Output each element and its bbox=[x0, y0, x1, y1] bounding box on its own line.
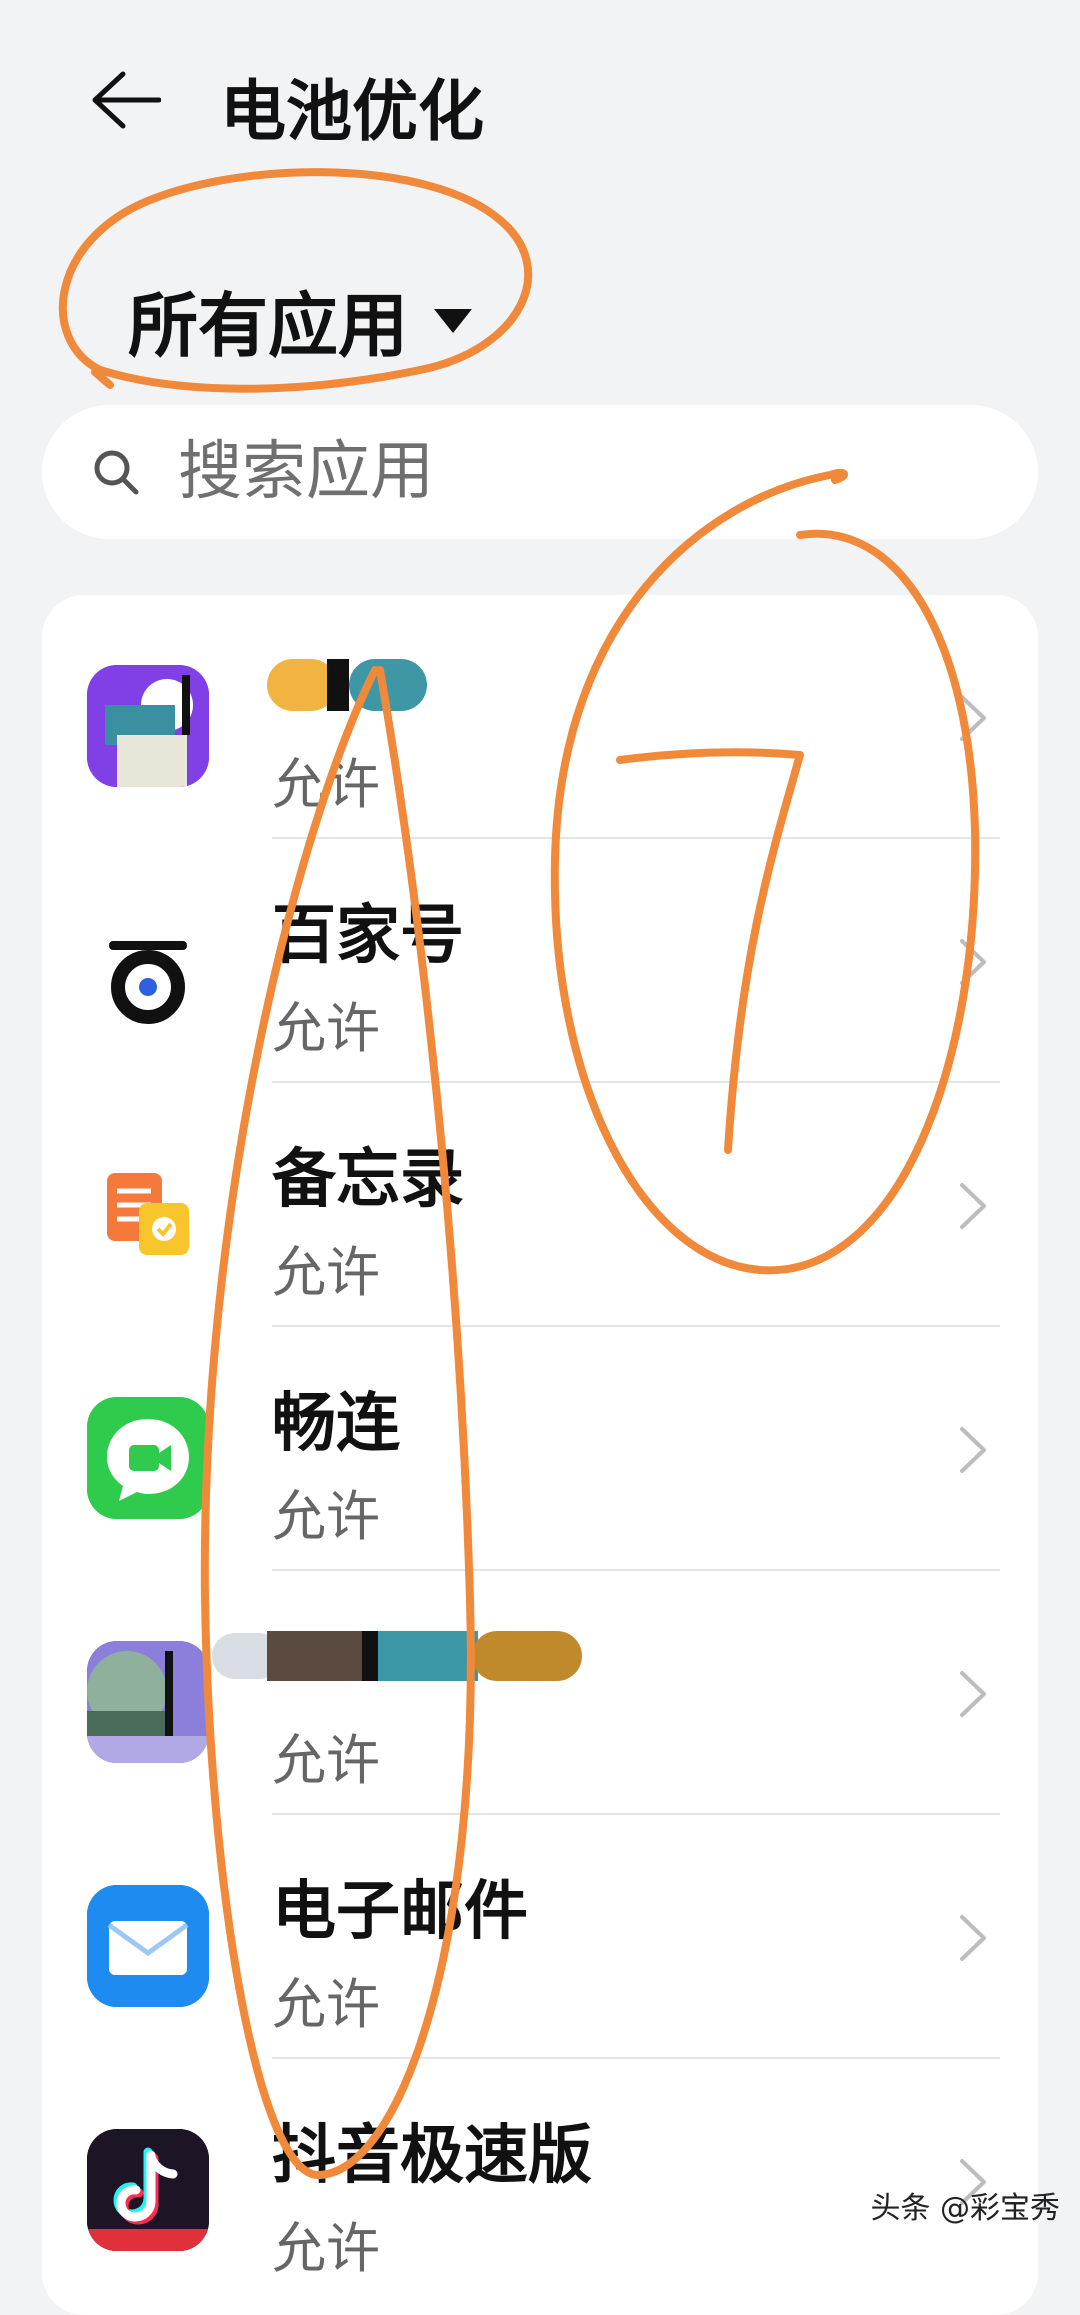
app-status: 允许 bbox=[272, 2217, 380, 2280]
douyin-icon bbox=[87, 2129, 209, 2251]
email-icon bbox=[87, 1885, 209, 2007]
app-status: 允许 bbox=[272, 1973, 380, 2036]
name-redaction bbox=[267, 655, 427, 713]
changlian-icon bbox=[87, 1397, 209, 1519]
page-title: 电池优化 bbox=[220, 73, 484, 150]
chevron-right-icon bbox=[960, 695, 986, 741]
app-filter-dropdown[interactable]: 所有应用 bbox=[128, 270, 472, 371]
app-status: 允许 bbox=[272, 1241, 380, 1304]
back-button[interactable] bbox=[80, 55, 170, 145]
app-icon-redacted bbox=[87, 1641, 209, 1763]
search-icon bbox=[86, 442, 146, 502]
chevron-right-icon bbox=[960, 1671, 986, 1717]
chevron-right-icon bbox=[960, 939, 986, 985]
search-bar[interactable] bbox=[42, 405, 1038, 539]
app-name: 畅连 bbox=[272, 1387, 400, 1461]
memo-icon bbox=[87, 1153, 209, 1275]
app-name: 电子邮件 bbox=[272, 1875, 528, 1949]
header: 电池优化 bbox=[0, 0, 1080, 200]
baijiahao-icon bbox=[87, 909, 209, 1031]
app-status: 允许 bbox=[272, 1729, 380, 1792]
app-name: 抖音极速版 bbox=[272, 2119, 592, 2193]
watermark-text: 头条 @彩宝秀 bbox=[870, 2191, 1060, 2226]
app-list: 允许 百家号 允许 备忘录 允许 畅连 允许 允许 电子邮件 允许 抖音极速版 … bbox=[42, 595, 1038, 2315]
app-icon-redacted bbox=[87, 665, 209, 787]
arrow-left-icon bbox=[92, 71, 161, 129]
caret-down-icon bbox=[434, 308, 472, 333]
list-item-app-4[interactable]: 允许 bbox=[42, 1571, 1038, 1815]
app-status: 允许 bbox=[272, 1485, 380, 1548]
list-item-app-1[interactable]: 百家号 允许 bbox=[42, 839, 1038, 1083]
list-item-app-5[interactable]: 电子邮件 允许 bbox=[42, 1815, 1038, 2059]
list-item-app-6[interactable]: 抖音极速版 允许 bbox=[42, 2059, 1038, 2303]
list-item-app-2[interactable]: 备忘录 允许 bbox=[42, 1083, 1038, 1327]
watermark: 头条 @彩宝秀 bbox=[870, 2183, 1060, 2227]
name-redaction bbox=[212, 1623, 582, 1685]
chevron-right-icon bbox=[960, 1183, 986, 1229]
search-input[interactable] bbox=[176, 434, 980, 510]
chevron-right-icon bbox=[960, 1915, 986, 1961]
list-item-app-0[interactable]: 允许 bbox=[42, 595, 1038, 839]
filter-label: 所有应用 bbox=[128, 285, 408, 367]
app-name: 备忘录 bbox=[272, 1143, 464, 1217]
app-status: 允许 bbox=[272, 753, 380, 816]
app-name: 百家号 bbox=[272, 899, 464, 973]
list-item-app-3[interactable]: 畅连 允许 bbox=[42, 1327, 1038, 1571]
chevron-right-icon bbox=[960, 1427, 986, 1473]
app-status: 允许 bbox=[272, 997, 380, 1060]
